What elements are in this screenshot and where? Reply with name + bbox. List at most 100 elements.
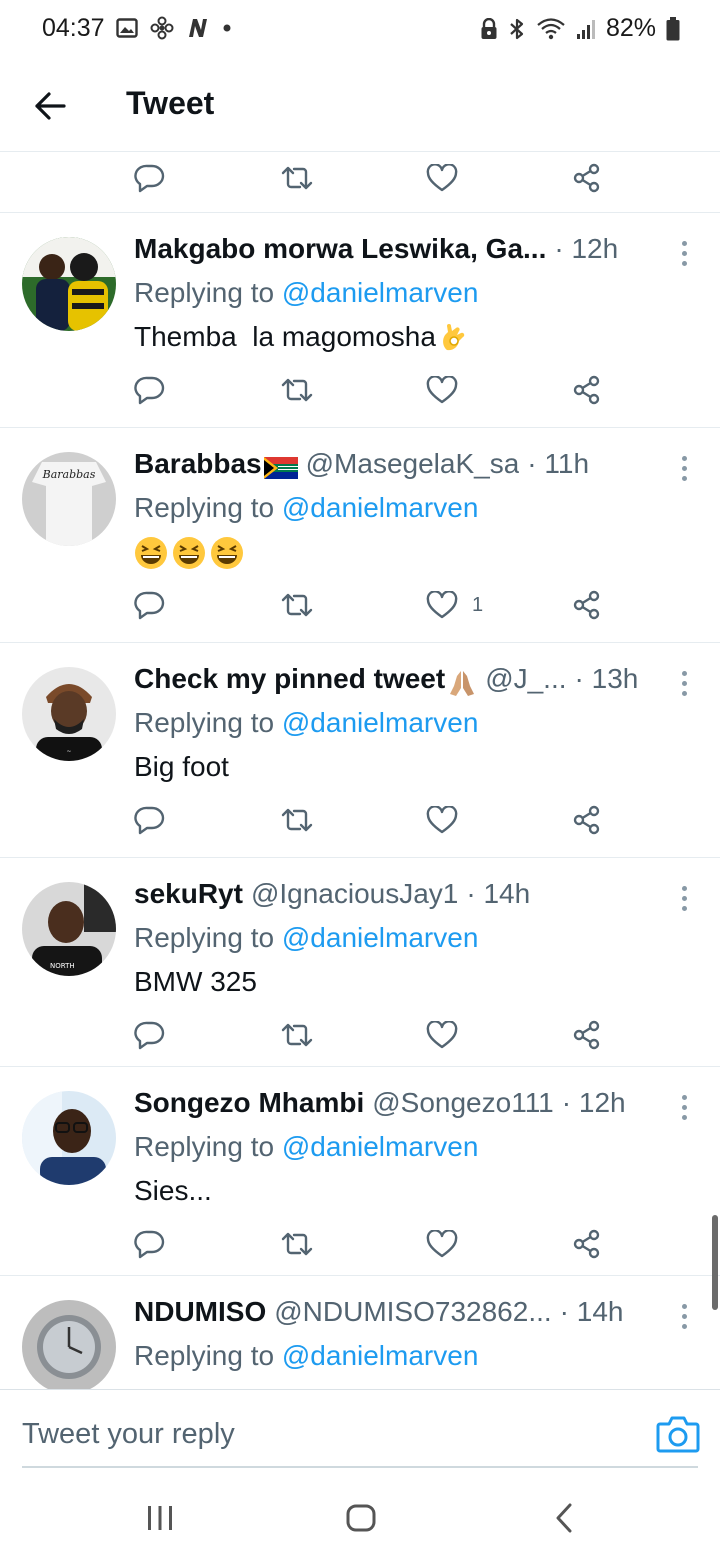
more-options-button[interactable] xyxy=(672,235,696,271)
like-button[interactable] xyxy=(426,1010,472,1060)
user-handle: @J_... xyxy=(485,663,567,694)
avatar[interactable] xyxy=(22,1300,116,1389)
svg-text:~: ~ xyxy=(66,748,71,755)
laughing-emoji xyxy=(173,537,205,569)
share-icon xyxy=(573,1229,600,1259)
svg-text:NORTH: NORTH xyxy=(50,962,75,970)
tweet-actions xyxy=(0,1219,720,1269)
lock-icon xyxy=(481,17,497,39)
reply-tweet[interactable]: Songezo Mhambi @Songezo111 · 12h Replyin… xyxy=(0,1066,720,1281)
reply-tweet[interactable]: Barabbas Barabbas @MasegelaK_sa · 11h Re… xyxy=(0,427,720,642)
share-icon xyxy=(573,1020,600,1050)
south-africa-flag-emoji xyxy=(263,457,298,479)
reply-tweet[interactable]: ~ Check my pinned tweet @J_... · 13h Rep… xyxy=(0,642,720,857)
more-options-button[interactable] xyxy=(672,450,696,486)
mention-link[interactable]: @danielmarven xyxy=(282,492,479,523)
like-button[interactable]: 1 xyxy=(426,580,483,630)
reply-button[interactable] xyxy=(134,1219,166,1269)
reply-button[interactable] xyxy=(134,365,166,415)
retweet-button[interactable] xyxy=(280,795,314,845)
tweet-time: · 14h xyxy=(466,878,531,909)
reply-button[interactable] xyxy=(134,580,166,630)
back-button[interactable] xyxy=(26,82,74,130)
retweet-button[interactable] xyxy=(280,365,314,415)
reply-feed[interactable]: Makgabo morwa Leswika, Ga... · 12h Reply… xyxy=(0,153,720,1389)
share-button[interactable] xyxy=(572,365,602,415)
retweet-button[interactable] xyxy=(280,1219,314,1269)
page-title: Tweet xyxy=(126,85,215,121)
gallery-icon xyxy=(116,18,138,38)
retweet-button[interactable] xyxy=(280,153,314,203)
replying-to-label: Replying to xyxy=(134,277,282,308)
user-handle: @MasegelaK_sa xyxy=(305,448,520,479)
display-name[interactable]: NDUMISO xyxy=(134,1296,266,1328)
share-button[interactable] xyxy=(572,1219,602,1269)
like-button[interactable] xyxy=(426,153,472,203)
display-name[interactable]: Barabbas xyxy=(134,448,262,480)
reply-input[interactable]: Tweet your reply xyxy=(22,1418,235,1451)
reply-tweet[interactable]: Makgabo morwa Leswika, Ga... · 12h Reply… xyxy=(0,212,720,427)
n-icon xyxy=(189,19,207,37)
recent-apps-button[interactable] xyxy=(140,1500,180,1536)
reply-tweet[interactable]: NORTH sekuRyt @IgnaciousJay1 · 14h Reply… xyxy=(0,857,720,1072)
tweet-time: · 13h xyxy=(574,663,639,694)
mention-link[interactable]: @danielmarven xyxy=(282,922,479,953)
scrollbar-thumb[interactable] xyxy=(712,1215,718,1310)
avatar[interactable]: Barabbas xyxy=(22,452,116,546)
reply-composer: Tweet your reply xyxy=(0,1389,720,1469)
like-button[interactable] xyxy=(426,365,472,415)
like-button[interactable] xyxy=(426,795,472,845)
avatar[interactable] xyxy=(22,237,116,331)
display-name[interactable]: Check my pinned tweet xyxy=(134,663,445,695)
heart-icon xyxy=(426,806,458,834)
display-name[interactable]: sekuRyt xyxy=(134,878,243,910)
tweet-text: BMW 325 xyxy=(134,966,257,998)
comment-icon xyxy=(134,1230,165,1259)
tweet-time: · 14h xyxy=(559,1296,624,1327)
camera-button[interactable] xyxy=(656,1414,700,1454)
more-options-button[interactable] xyxy=(672,1089,696,1125)
display-name[interactable]: Makgabo morwa Leswika, Ga... xyxy=(134,233,546,265)
laughing-emoji xyxy=(211,537,243,569)
battery-percent: 82% xyxy=(605,14,656,42)
mention-link[interactable]: @danielmarven xyxy=(282,707,479,738)
more-options-button[interactable] xyxy=(672,1298,696,1334)
mention-link[interactable]: @danielmarven xyxy=(282,1131,479,1162)
share-icon xyxy=(573,805,600,835)
back-nav-button[interactable] xyxy=(544,1500,584,1536)
share-button[interactable] xyxy=(572,795,602,845)
share-button[interactable] xyxy=(572,580,602,630)
tweet-actions: 1 xyxy=(0,580,720,630)
avatar[interactable]: ~ xyxy=(22,667,116,761)
retweet-button[interactable] xyxy=(280,1010,314,1060)
comment-icon xyxy=(134,1021,165,1050)
more-options-button[interactable] xyxy=(672,665,696,701)
mention-link[interactable]: @danielmarven xyxy=(282,1340,479,1371)
like-button[interactable] xyxy=(426,1219,472,1269)
praying-hands-emoji xyxy=(450,671,475,696)
home-button[interactable] xyxy=(341,1500,381,1536)
display-name[interactable]: Songezo Mhambi xyxy=(134,1087,364,1119)
avatar[interactable]: NORTH xyxy=(22,882,116,976)
tweet-header: Songezo Mhambi @Songezo111 · 12h xyxy=(134,1087,666,1127)
avatar[interactable] xyxy=(22,1091,116,1185)
user-handle: @IgnaciousJay1 xyxy=(250,878,459,909)
tweet-header: Makgabo morwa Leswika, Ga... · 12h xyxy=(134,233,666,273)
reply-button[interactable] xyxy=(134,795,166,845)
avatar-shirt-text: Barabbas xyxy=(42,468,96,481)
share-button[interactable] xyxy=(572,153,602,203)
replying-to-label: Replying to xyxy=(134,707,282,738)
reply-tweet[interactable]: NDUMISO @NDUMISO732862... · 14h Replying… xyxy=(0,1275,720,1389)
more-options-button[interactable] xyxy=(672,880,696,916)
mention-link[interactable]: @danielmarven xyxy=(282,277,479,308)
reply-button[interactable] xyxy=(134,153,166,203)
ok-hand-emoji xyxy=(443,324,465,351)
retweet-button[interactable] xyxy=(280,580,314,630)
app-header: Tweet xyxy=(0,60,720,152)
tweet-time: · 12h xyxy=(561,1087,626,1118)
share-button[interactable] xyxy=(572,1010,602,1060)
reply-button[interactable] xyxy=(134,1010,166,1060)
tweet-text xyxy=(134,536,248,570)
tweet-actions xyxy=(0,365,720,415)
system-nav-bar xyxy=(0,1470,720,1560)
